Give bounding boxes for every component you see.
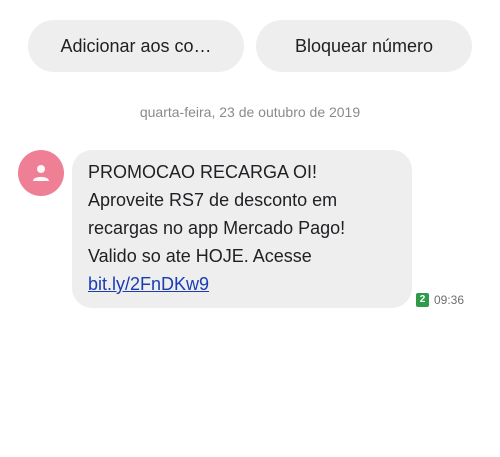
message-line: Valido so ate HOJE. Acesse — [88, 246, 312, 266]
contact-actions: Adicionar aos co… Bloquear número — [28, 20, 472, 72]
person-icon — [33, 165, 49, 181]
message-line: recargas no app Mercado Pago! — [88, 218, 346, 238]
message-time: 09:36 — [434, 292, 465, 307]
message-line: Aproveite RS7 de desconto em — [88, 190, 338, 210]
message-meta: 2 09:36 — [416, 291, 464, 307]
block-number-button[interactable]: Bloquear número — [256, 20, 472, 72]
sender-avatar[interactable] — [18, 150, 64, 196]
add-to-contacts-button[interactable]: Adicionar aos co… — [28, 20, 244, 72]
sim-card-icon: 2 — [416, 292, 429, 307]
message-line: PROMOCAO RECARGA OI! — [88, 162, 318, 182]
message-bubble[interactable]: PROMOCAO RECARGA OI! Aproveite RS7 de de… — [72, 150, 412, 308]
date-separator: quarta-feira, 23 de outubro de 2019 — [139, 104, 361, 120]
message-link[interactable]: bit.ly/2FnDKw9 — [88, 274, 209, 294]
